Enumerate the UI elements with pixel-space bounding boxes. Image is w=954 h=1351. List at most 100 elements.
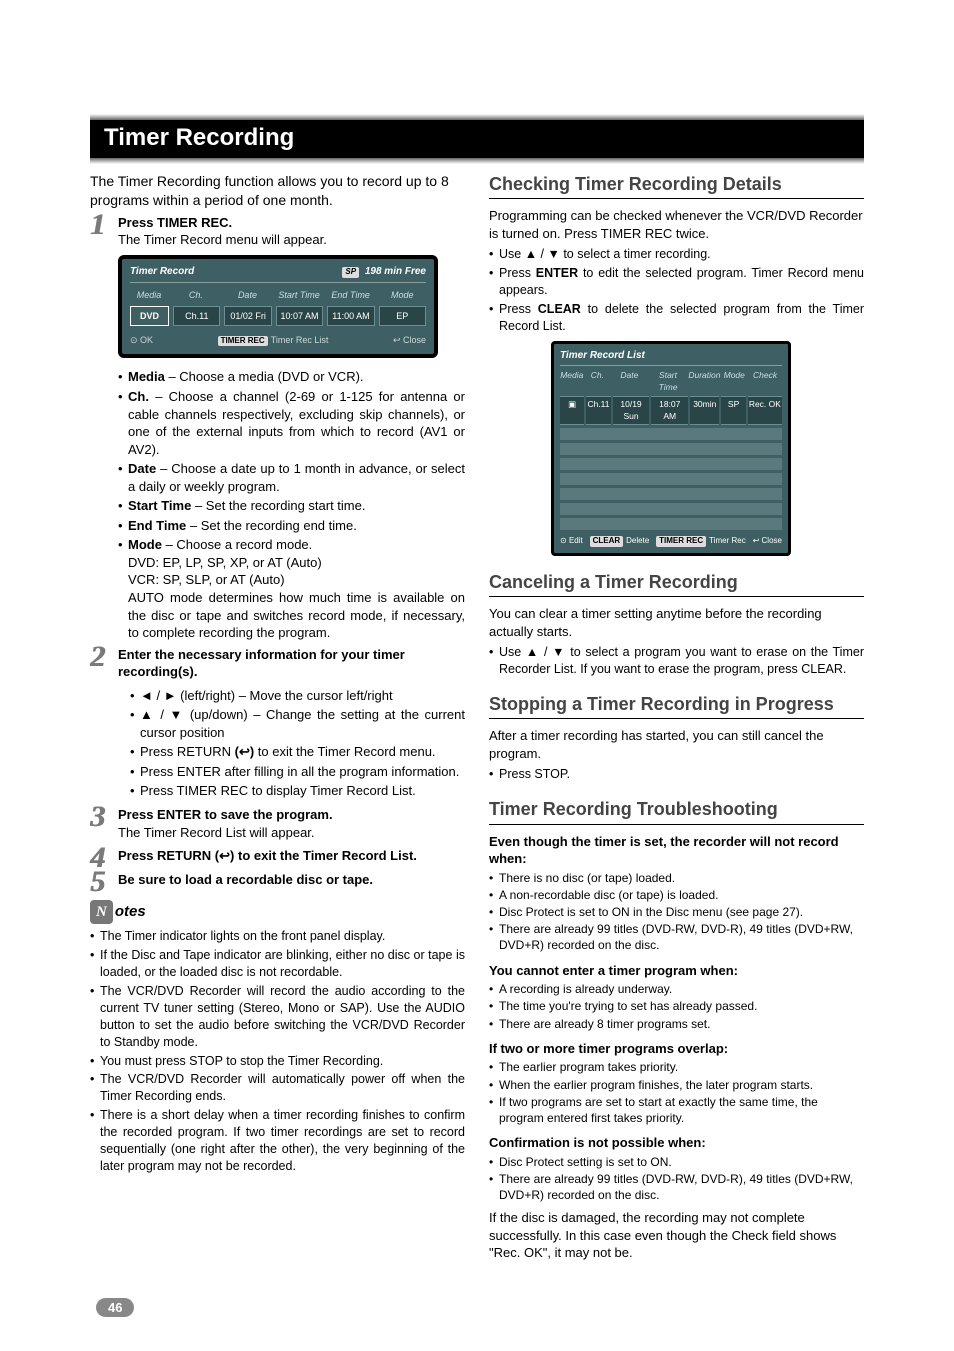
ts-s2l3: There are already 8 timer programs set. xyxy=(489,1016,864,1032)
note-1: The Timer indicator lights on the front … xyxy=(90,928,465,945)
osd2-delete: Delete xyxy=(626,536,649,545)
checking-list: Use ▲ / ▼ to select a timer recording. P… xyxy=(489,246,864,334)
step-2: 2 Enter the necessary information for yo… xyxy=(90,646,465,681)
osd1-val-start: 10:07 AM xyxy=(276,306,323,326)
osd1-sp-badge: SP xyxy=(342,267,359,278)
stop-li: Press STOP. xyxy=(489,766,864,783)
ts-s3l2: When the earlier program finishes, the l… xyxy=(489,1077,864,1093)
notes-n-badge: N xyxy=(90,900,113,924)
step2-li3a: Press RETURN xyxy=(140,744,235,759)
step2-li2: ▲ / ▼ (up/down) – Change the setting at … xyxy=(130,706,465,741)
timer-rec-badge-2: TIMER REC xyxy=(656,536,706,547)
osd1-val-end: 11:00 AM xyxy=(327,306,374,326)
osd-timer-record-list: Timer Record List Media Ch. Date Start T… xyxy=(551,341,791,556)
osd1-col-start: Start Time xyxy=(275,289,323,301)
osd1-free: 198 min Free xyxy=(365,266,426,277)
return-icon: (↩) xyxy=(235,743,255,761)
ts-s4l1: Disc Protect setting is set to ON. xyxy=(489,1154,864,1170)
step4-a: Press RETURN ( xyxy=(118,848,219,863)
step2-li3c: to exit the Timer Record menu. xyxy=(254,744,435,759)
stop-list: Press STOP. xyxy=(489,766,864,783)
osd2-blank-row xyxy=(560,518,782,530)
page-title: Timer Recording xyxy=(90,120,864,158)
osd1-close: Close xyxy=(403,335,426,345)
note-2: If the Disc and Tape indicator are blink… xyxy=(90,947,465,981)
def-date-t: – Choose a date up to 1 month in advance… xyxy=(128,461,465,494)
cancel-list: Use ▲ / ▼ to select a program you want t… xyxy=(489,644,864,678)
ts-s3l3: If two programs are set to start at exac… xyxy=(489,1094,864,1126)
cancel-p: You can clear a timer setting anytime be… xyxy=(489,605,864,640)
def-mode-l3: AUTO mode determines how much time is av… xyxy=(128,590,465,640)
ts-s2l1: A recording is already underway. xyxy=(489,981,864,997)
osd-timer-record: Timer Record SP 198 min Free Media Ch. D… xyxy=(118,255,438,359)
def-mode-l1: DVD: EP, LP, SP, XP, or AT (Auto) xyxy=(128,555,322,570)
ts-s1l2: A non-recordable disc (or tape) is loade… xyxy=(489,887,864,903)
osd2-val-ch: Ch.11 xyxy=(586,396,610,425)
tshoot-s3-list: The earlier program takes priority. When… xyxy=(489,1059,864,1126)
tshoot-s4: Confirmation is not possible when: xyxy=(489,1134,864,1152)
ts-s4l2: There are already 99 titles (DVD-RW, DVD… xyxy=(489,1171,864,1203)
ts-s2l2: The time you're trying to set has alread… xyxy=(489,998,864,1014)
ts-s1l4: There are already 99 titles (DVD-RW, DVD… xyxy=(489,921,864,953)
step2-li1: ◄ / ► (left/right) – Move the cursor lef… xyxy=(130,687,465,705)
step2-head: Enter the necessary information for your… xyxy=(118,647,405,680)
osd2-close: Close xyxy=(762,536,782,545)
page-number: 46 xyxy=(96,1298,134,1317)
note-5: The VCR/DVD Recorder will automatically … xyxy=(90,1071,465,1105)
step2-li5: Press TIMER REC to display Timer Record … xyxy=(130,782,465,800)
tshoot-p: If the disc is damaged, the recording ma… xyxy=(489,1209,864,1262)
step-5: 5 Be sure to load a recordable disc or t… xyxy=(90,871,465,889)
osd2-col-mode: Mode xyxy=(722,370,746,393)
osd1-val-date: 01/02 Fri xyxy=(224,306,271,326)
check-li2b: ENTER xyxy=(536,266,578,280)
osd2-blank-row xyxy=(560,458,782,470)
osd2-title: Timer Record List xyxy=(560,349,782,367)
osd2-col-date: Date xyxy=(611,370,648,393)
ts-s1l1: There is no disc (or tape) loaded. xyxy=(489,870,864,886)
cancel-head: Canceling a Timer Recording xyxy=(489,570,864,597)
note-4: You must press STOP to stop the Timer Re… xyxy=(90,1053,465,1070)
check-li3b: CLEAR xyxy=(538,302,581,316)
def-ch-b: Ch. xyxy=(128,389,149,404)
check-li1: Use ▲ / ▼ to select a timer recording. xyxy=(489,246,864,263)
def-start-b: Start Time xyxy=(128,498,191,513)
osd2-col-check: Check xyxy=(748,370,782,393)
timer-rec-badge: TIMER REC xyxy=(218,336,268,347)
step2-sublist: ◄ / ► (left/right) – Move the cursor lef… xyxy=(90,687,465,800)
osd1-col-date: Date xyxy=(224,289,272,301)
osd2-blank-row xyxy=(560,428,782,440)
tshoot-s2-list: A recording is already underway. The tim… xyxy=(489,981,864,1032)
left-column: The Timer Recording function allows you … xyxy=(90,172,465,1266)
step1-sub: The Timer Record menu will appear. xyxy=(118,232,327,247)
osd1-col-media: Media xyxy=(130,289,168,301)
stop-p: After a timer recording has started, you… xyxy=(489,727,864,762)
osd2-col-ch: Ch. xyxy=(586,370,610,393)
step3-sub: The Timer Record List will appear. xyxy=(118,825,315,840)
osd1-val-media: DVD xyxy=(130,306,169,326)
osd1-ok: OK xyxy=(140,335,153,345)
osd2-val-date: 10/19 Sun xyxy=(613,396,650,425)
tshoot-s1: Even though the timer is set, the record… xyxy=(489,833,864,868)
step-4: 4 Press RETURN (↩) to exit the Timer Rec… xyxy=(90,847,465,865)
osd1-title: Timer Record xyxy=(130,265,194,279)
osd2-blank-row xyxy=(560,503,782,515)
osd1-col-mode: Mode xyxy=(378,289,426,301)
checking-p1: Programming can be checked whenever the … xyxy=(489,207,864,242)
step5-text: Be sure to load a recordable disc or tap… xyxy=(118,872,373,887)
clear-badge: CLEAR xyxy=(590,536,624,547)
stop-head: Stopping a Timer Recording in Progress xyxy=(489,692,864,719)
notes-heading: Notes xyxy=(90,900,465,924)
osd2-val-mode: SP xyxy=(721,396,745,425)
check-li3a: Press xyxy=(499,302,538,316)
osd2-val-start: 18:07 AM xyxy=(651,396,688,425)
intro-text: The Timer Recording function allows you … xyxy=(90,172,465,210)
check-li2a: Press xyxy=(499,266,536,280)
osd2-col-start: Start Time xyxy=(650,370,687,393)
def-end-b: End Time xyxy=(128,518,186,533)
osd1-col-ch: Ch. xyxy=(172,289,220,301)
def-start-t: – Set the recording start time. xyxy=(191,498,365,513)
step-number-1: 1 xyxy=(90,210,105,240)
step-number-3: 3 xyxy=(90,802,105,832)
step-1: 1 Press TIMER REC. The Timer Record menu… xyxy=(90,214,465,249)
tshoot-s4-list: Disc Protect setting is set to ON. There… xyxy=(489,1154,864,1204)
